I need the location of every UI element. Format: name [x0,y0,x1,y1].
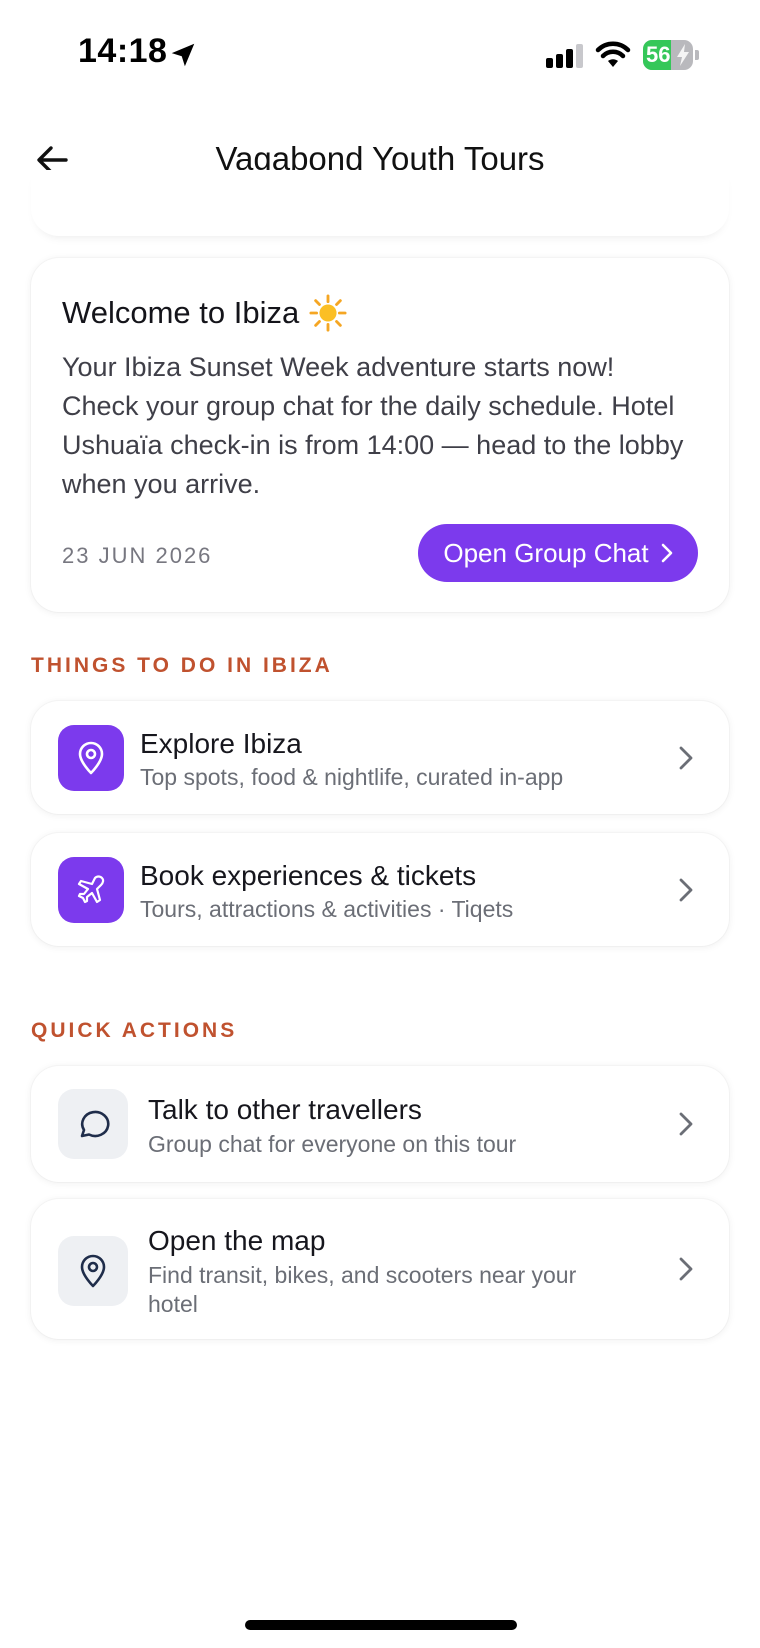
explore-ibiza-subtitle: Top spots, food & nightlife, curated in-… [140,764,564,790]
quick-actions-label: QUICK ACTIONS [31,1019,238,1042]
explore-ibiza-title: Explore Ibiza [140,728,302,759]
talk-to-travellers-title: Talk to other travellers [148,1094,422,1125]
map-icon-tile [58,1236,128,1306]
chat-bubble-icon [80,1110,110,1138]
chevron-right-icon [679,878,693,902]
open-group-chat-button[interactable]: Open Group Chat [418,524,698,582]
book-experiences-row[interactable]: Book experiences & tickets Tours, attrac… [31,833,729,946]
status-bar: 14:18 56 [0,0,760,110]
chevron-right-icon [679,1112,693,1136]
explore-icon-tile [58,725,124,791]
chevron-right-icon [679,1257,693,1281]
plane-icon [77,875,105,904]
screen: 14:18 56 Vagabond Youth Tours Welcome to… [0,0,760,1648]
talk-to-travellers-row[interactable]: Talk to other travellers Group chat for … [31,1066,729,1182]
book-experiences-title: Book experiences & tickets [140,860,477,891]
previous-card [31,170,729,236]
open-map-row[interactable]: Open the map Find transit, bikes, and sc… [31,1199,729,1339]
welcome-title: Welcome to Ibiza [62,294,347,332]
explore-ibiza-row[interactable]: Explore Ibiza Top spots, food & nightlif… [31,701,729,814]
book-experiences-subtitle: Tours, attractions & activities · Tiqets [140,896,514,922]
battery-percent: 56 [646,42,671,67]
cellular-signal-icon [546,44,583,68]
sun-icon [309,294,347,332]
charging-bolt-icon [677,44,689,66]
open-map-subtitle: Find transit, bikes, and scooters near y… [148,1262,577,1317]
welcome-title-text: Welcome to Ibiza [62,295,300,330]
talk-to-travellers-subtitle: Group chat for everyone on this tour [148,1131,517,1157]
battery-indicator: 56 [643,40,699,70]
home-indicator [245,1620,517,1630]
chat-icon-tile [58,1089,128,1159]
things-to-do-label: THINGS TO DO IN IBIZA [31,654,333,677]
welcome-date: 23 JUN 2026 [62,543,213,568]
open-map-title: Open the map [148,1225,326,1256]
open-group-chat-label: Open Group Chat [443,537,649,568]
chevron-right-icon [661,543,672,563]
wifi-icon [595,41,631,67]
welcome-message: Your Ibiza Sunset Week adventure starts … [62,352,684,499]
book-icon-tile [58,857,124,923]
location-arrow-icon [171,43,195,67]
welcome-card: Welcome to Ibiza Your Ibiza Sunset Week … [31,258,729,612]
chevron-right-icon [679,746,693,770]
status-time: 14:18 [78,32,168,70]
map-pin-icon [78,741,104,775]
map-pin-icon [80,1254,106,1288]
